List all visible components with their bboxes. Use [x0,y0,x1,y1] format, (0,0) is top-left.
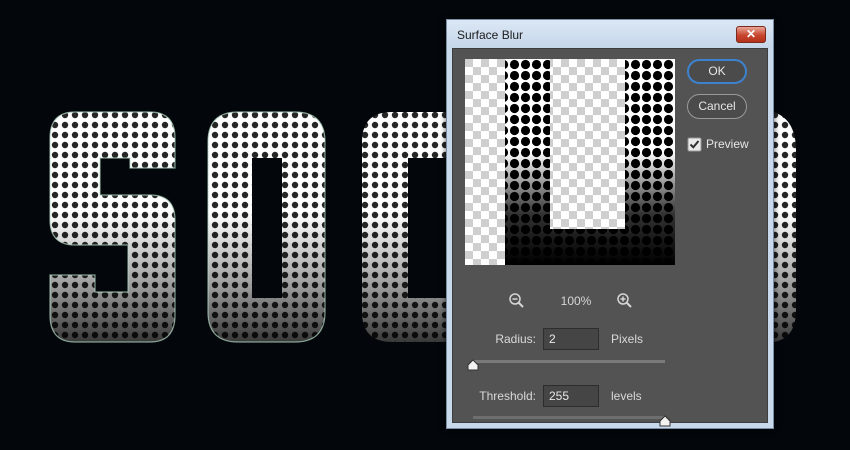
threshold-input[interactable]: 255 [543,385,599,407]
close-button[interactable]: ✕ [736,26,766,43]
dialog-titlebar[interactable]: Surface Blur ✕ [447,20,773,48]
radius-label: Radius: [495,332,536,346]
zoom-out-icon[interactable] [508,292,526,310]
threshold-slider-thumb[interactable] [659,415,671,427]
preview-checkbox[interactable] [687,137,703,153]
radius-slider-thumb[interactable] [467,359,479,371]
zoom-in-icon[interactable] [616,292,634,310]
radius-input[interactable]: 2 [543,328,599,350]
ok-button[interactable]: OK [687,59,747,84]
surface-blur-dialog: Surface Blur ✕ 100% OK Cancel Preview Ra… [446,19,774,429]
dialog-title: Surface Blur [457,28,524,42]
threshold-label: Threshold: [479,389,536,403]
zoom-level: 100% [560,294,592,308]
radius-unit: Pixels [611,332,644,346]
cancel-button[interactable]: Cancel [687,94,747,119]
radius-slider-track[interactable] [473,360,665,363]
zoom-controls: 100% [508,292,638,312]
dialog-body: 100% OK Cancel Preview Radius: 2 Pixels … [452,48,768,427]
close-icon: ✕ [745,27,757,41]
preview-label: Preview [706,137,749,151]
filter-preview-image[interactable] [465,59,675,265]
threshold-slider-track[interactable] [473,416,665,419]
threshold-unit: levels [611,389,642,403]
